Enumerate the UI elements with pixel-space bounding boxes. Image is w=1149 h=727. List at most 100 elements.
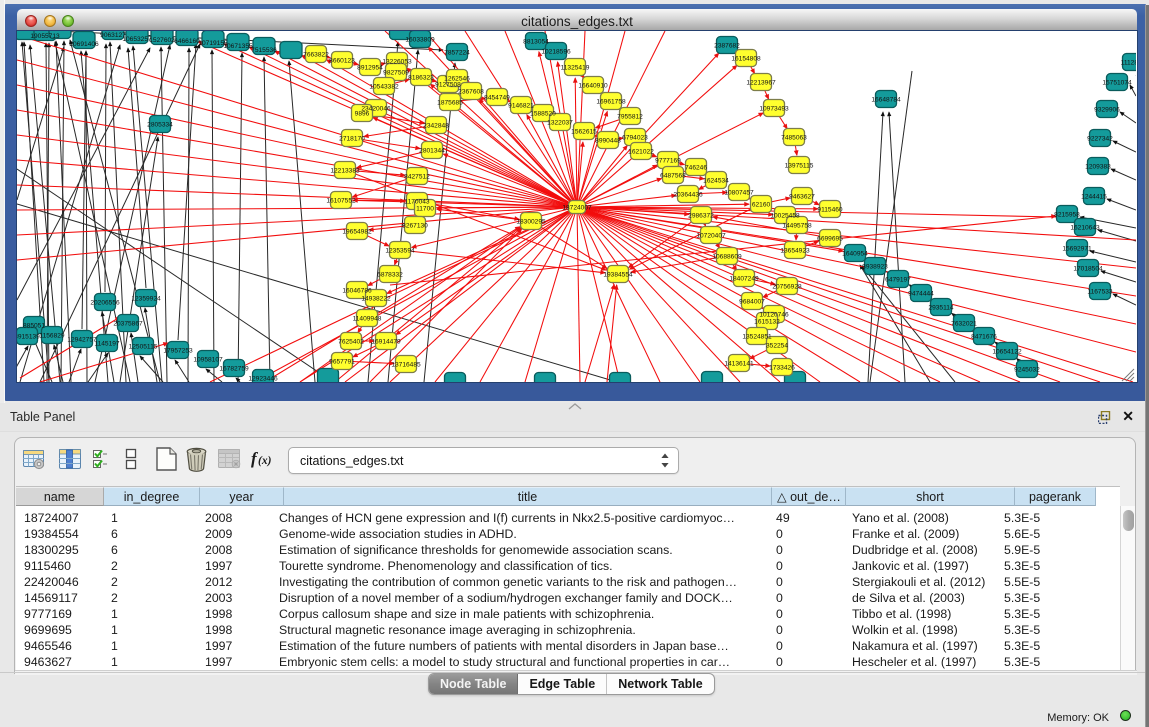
svg-text:8938923: 8938923 [862, 264, 888, 271]
svg-text:19055713: 19055713 [30, 33, 60, 40]
svg-text:8660123: 8660123 [329, 58, 355, 65]
svg-text:7663822: 7663822 [303, 52, 329, 59]
svg-text:10654122: 10654122 [992, 349, 1022, 356]
svg-text:10720407: 10720407 [696, 233, 726, 240]
svg-text:2801344: 2801344 [419, 148, 445, 155]
svg-text:2935114: 2935114 [928, 305, 954, 312]
svg-text:16046786: 16046786 [342, 288, 372, 295]
svg-text:14495758: 14495758 [782, 223, 812, 230]
svg-text:1615132: 1615132 [754, 319, 780, 326]
svg-text:1322037: 1322037 [547, 120, 573, 127]
svg-text:1209383: 1209383 [1085, 164, 1111, 171]
svg-text:19384554: 19384554 [603, 272, 633, 279]
svg-text:10025458: 10025458 [770, 213, 800, 220]
svg-text:16107552: 16107552 [326, 198, 356, 205]
svg-text:11700: 11700 [416, 206, 434, 213]
svg-text:7955812: 7955812 [617, 114, 643, 121]
svg-text:1156829: 1156829 [39, 333, 65, 340]
svg-text:9115460: 9115460 [817, 207, 843, 214]
svg-text:8454749: 8454749 [484, 95, 510, 102]
svg-text:15692971: 15692971 [1062, 246, 1092, 253]
svg-text:10120746: 10120746 [759, 312, 789, 319]
svg-text:13975115: 13975115 [785, 163, 814, 170]
svg-text:17957253: 17957253 [163, 348, 193, 355]
svg-text:13524851: 13524851 [742, 334, 772, 341]
svg-text:17018504: 17018504 [1073, 266, 1103, 273]
svg-text:12213383: 12213383 [330, 168, 360, 175]
svg-text:16782759: 16782759 [219, 366, 249, 373]
svg-text:1875685: 1875685 [437, 100, 463, 107]
svg-text:2986372: 2986372 [688, 213, 714, 220]
svg-text:8267130: 8267130 [402, 223, 428, 230]
svg-text:1145197: 1145197 [94, 341, 120, 348]
svg-text:8813054: 8813054 [523, 39, 549, 46]
svg-text:(x): (x) [258, 455, 272, 467]
svg-text:20364436: 20364436 [673, 192, 703, 199]
svg-text:10543382: 10543382 [369, 84, 399, 91]
svg-text:1112894: 1112894 [1121, 60, 1136, 67]
svg-text:12942757: 12942757 [67, 337, 97, 344]
svg-text:20756928: 20756928 [772, 284, 802, 291]
svg-text:3915139: 3915139 [17, 334, 40, 341]
svg-text:9657791: 9657791 [329, 359, 355, 366]
svg-text:19654982: 19654982 [342, 229, 372, 236]
svg-text:1733426: 1733426 [769, 365, 795, 372]
svg-text:7625402: 7625402 [338, 339, 364, 346]
svg-text:2718170: 2718170 [339, 136, 365, 143]
svg-text:9146821: 9146821 [508, 103, 534, 110]
svg-text:9777169: 9777169 [655, 158, 681, 165]
svg-text:16033809: 16033809 [405, 37, 435, 44]
svg-text:1167533: 1167533 [1087, 289, 1113, 296]
svg-text:6699695: 6699695 [817, 236, 843, 243]
svg-text:9827509: 9827509 [383, 70, 409, 77]
svg-text:16640910: 16640910 [578, 83, 608, 90]
svg-text:13226053: 13226053 [382, 59, 412, 66]
svg-text:12505115: 12505115 [129, 344, 158, 351]
svg-text:11325419: 11325419 [561, 65, 590, 72]
svg-text:9896: 9896 [355, 111, 370, 118]
svg-text:9684007: 9684007 [739, 299, 765, 306]
svg-text:12213967: 12213967 [746, 80, 776, 87]
svg-text:2805334: 2805334 [147, 122, 173, 129]
svg-text:9329906: 9329906 [1094, 107, 1120, 114]
svg-text:1527602: 1527602 [149, 37, 175, 44]
svg-text:12923446: 12923446 [248, 376, 278, 383]
svg-text:6479197: 6479197 [885, 277, 911, 284]
svg-text:7515536: 7515536 [251, 47, 277, 54]
svg-text:11409948: 11409948 [353, 316, 382, 323]
svg-text:8215958: 8215958 [1054, 212, 1080, 219]
svg-text:2342848: 2342848 [423, 123, 449, 130]
svg-text:1640954: 1640954 [842, 251, 868, 258]
svg-text:8186323: 8186323 [408, 75, 434, 82]
svg-text:10688609: 10688609 [712, 254, 742, 261]
svg-text:6794023: 6794023 [622, 135, 648, 142]
svg-text:7485063: 7485063 [781, 135, 807, 142]
svg-text:13654923: 13654923 [780, 248, 810, 255]
svg-text:1624534: 1624534 [703, 178, 729, 185]
svg-text:9245032: 9245032 [1014, 367, 1040, 374]
svg-text:10973493: 10973493 [759, 106, 789, 113]
svg-text:14136141: 14136141 [724, 361, 754, 368]
svg-text:12353594: 12353594 [385, 248, 415, 255]
svg-text:2387682: 2387682 [714, 43, 740, 50]
svg-text:16914479: 16914479 [371, 339, 401, 346]
svg-text:12359924: 12359924 [131, 296, 161, 303]
svg-text:352254: 352254 [766, 343, 788, 350]
svg-text:746246: 746246 [685, 165, 707, 172]
svg-text:7857224: 7857224 [444, 50, 470, 57]
svg-text:8990448: 8990448 [595, 138, 621, 145]
svg-text:16154808: 16154808 [731, 56, 761, 63]
svg-text:8471676: 8471676 [971, 334, 997, 341]
svg-text:6466160: 6466160 [174, 38, 200, 45]
svg-text:1562615: 1562615 [571, 129, 597, 136]
svg-text:14938222: 14938222 [361, 296, 391, 303]
svg-text:16961758: 16961758 [596, 99, 626, 106]
svg-text:8427512: 8427512 [404, 174, 430, 181]
svg-text:9227342: 9227342 [1087, 136, 1113, 143]
svg-text:1170043: 1170043 [404, 199, 430, 206]
svg-text:1262546: 1262546 [444, 76, 470, 83]
svg-text:9474444: 9474444 [908, 291, 934, 298]
svg-text:9463627: 9463627 [789, 194, 815, 201]
svg-text:6487568: 6487568 [660, 173, 686, 180]
svg-text:10807457: 10807457 [724, 190, 754, 197]
